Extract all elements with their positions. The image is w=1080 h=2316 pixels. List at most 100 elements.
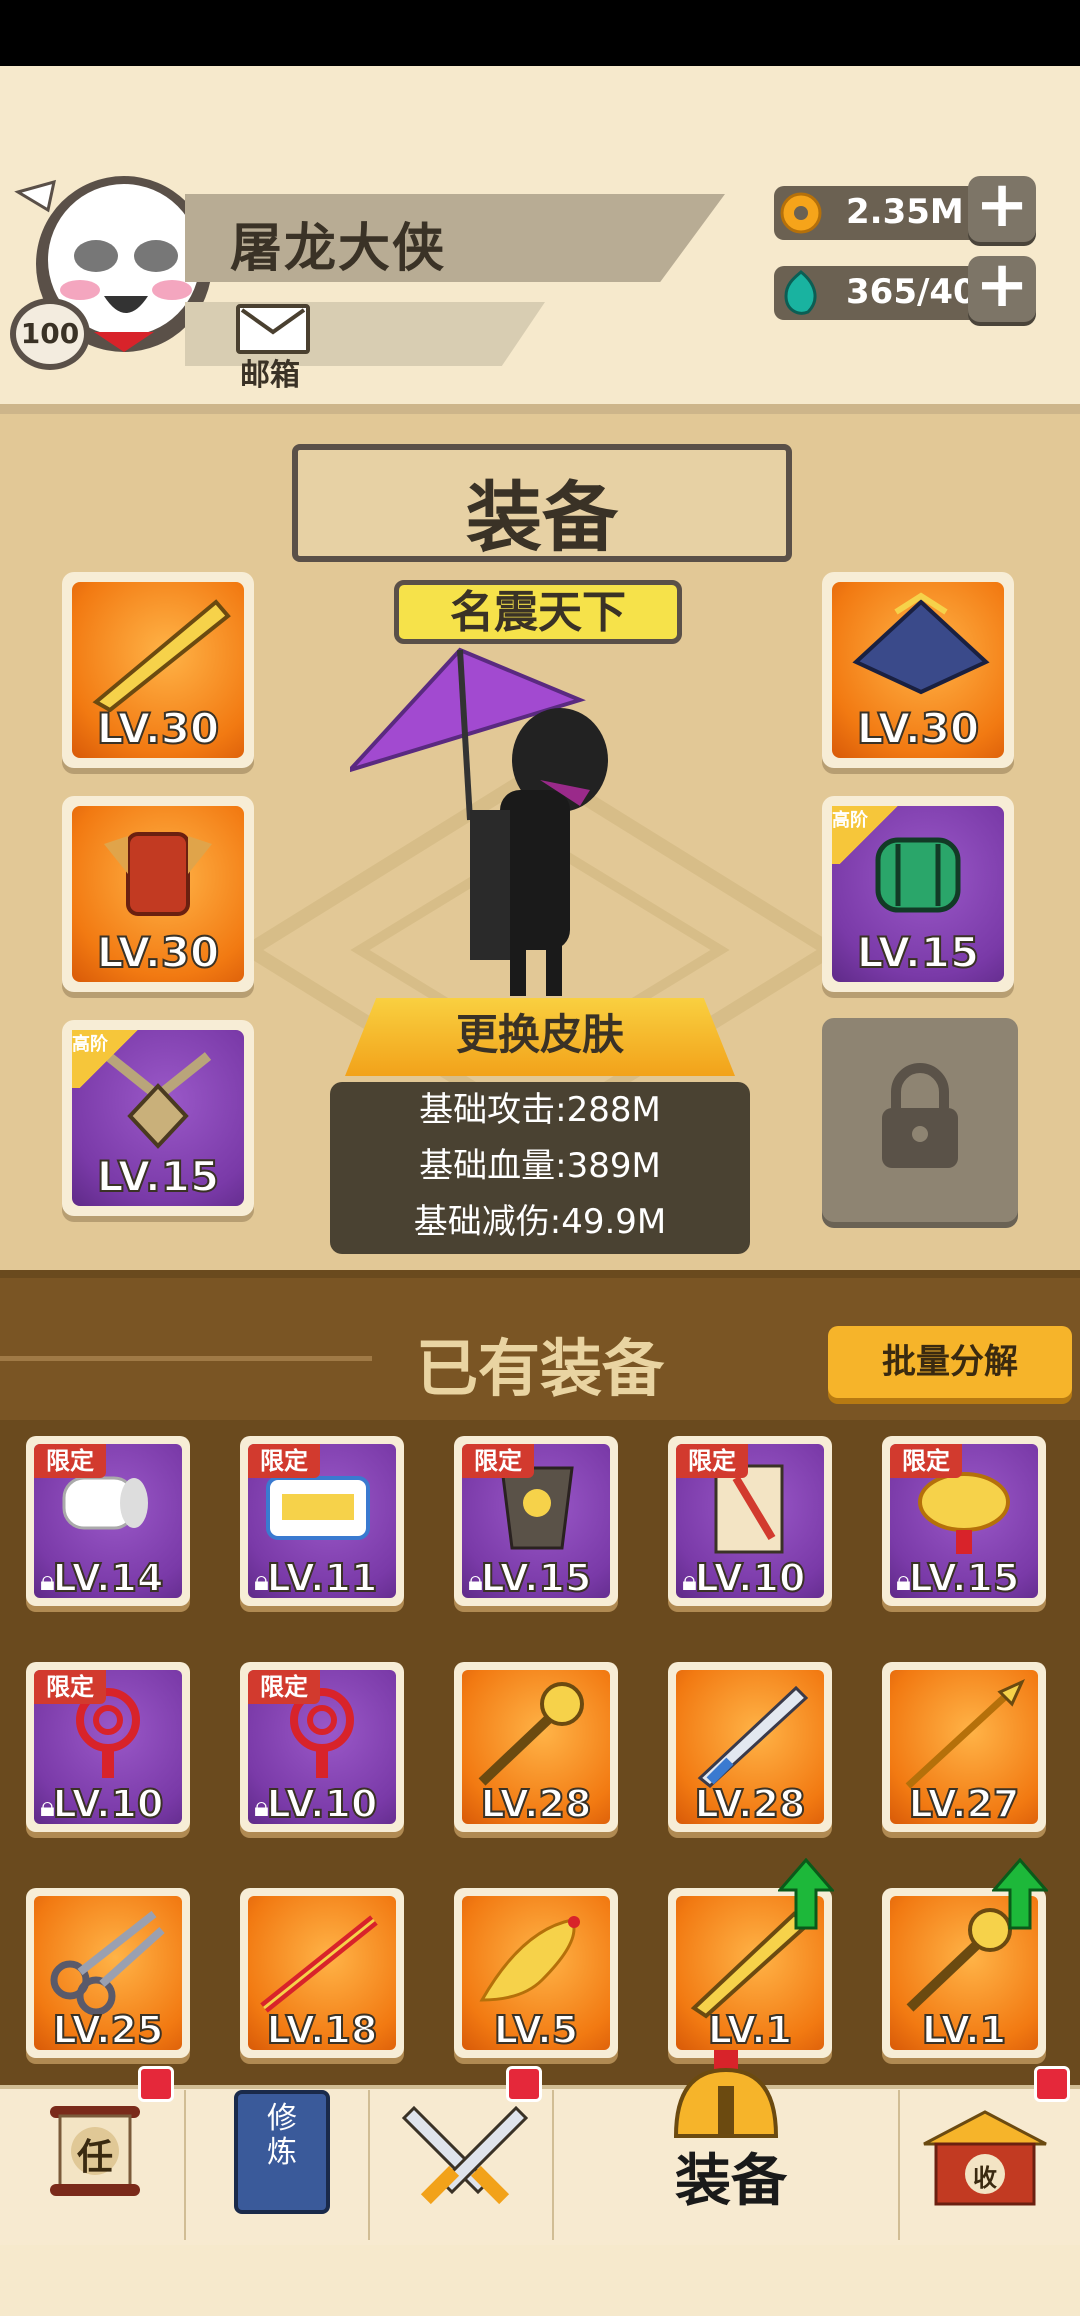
item-level: LV.15: [480, 1555, 593, 1598]
limited-tag: 限定: [248, 1670, 320, 1704]
item-bg: 限定 🔒︎ LV.10: [676, 1444, 824, 1598]
nav-divider: [898, 2090, 900, 2240]
add-coins-button[interactable]: +: [968, 173, 1036, 242]
owned-item-card[interactable]: LV.1: [882, 1858, 1048, 2058]
base-stats: 基础攻击:288M 基础血量:389M 基础减伤:49.9M: [330, 1082, 750, 1254]
red-armor-icon: [104, 832, 212, 916]
divider-line: [0, 1356, 372, 1361]
mail-label[interactable]: 邮箱: [240, 350, 300, 394]
scissors-icon: [50, 1910, 165, 2016]
steel-sword-icon: [697, 1685, 809, 1788]
owned-item-card[interactable]: 限定 🔒︎ LV.11: [240, 1436, 404, 1606]
slot-helmet[interactable]: LV.30: [822, 572, 1014, 768]
item-level: LV.1: [921, 2007, 1007, 2050]
owned-item-card[interactable]: 限定 🔒︎ LV.10: [26, 1662, 190, 1832]
item-level: LV.1: [707, 2007, 793, 2050]
rubber-chicken-icon: [479, 1916, 580, 2002]
golden-sword-icon: [92, 599, 231, 712]
player-level-badge: 100: [10, 298, 90, 370]
tier-tag: 高阶: [72, 1030, 146, 1088]
mace-icon: [478, 1682, 584, 1786]
nav-shop[interactable]: 收: [920, 2104, 1050, 2214]
item-bg: LV.28: [676, 1670, 824, 1824]
owned-item-card[interactable]: LV.28: [454, 1662, 618, 1832]
mail-icon[interactable]: [236, 304, 310, 354]
slot-level: LV.30: [96, 703, 220, 754]
shop-glyph: 收: [973, 2164, 997, 2192]
panel-title: 装备: [466, 473, 618, 562]
helmet-icon: [673, 2050, 779, 2138]
owned-item-card[interactable]: 限定 🔒︎ LV.10: [668, 1436, 832, 1606]
tasks-glyph: 任: [76, 2137, 113, 2178]
owned-item-card[interactable]: 限定 🔒︎ LV.15: [454, 1436, 618, 1606]
item-level: LV.28: [480, 1781, 593, 1824]
stat-defense: 基础减伤:49.9M: [413, 1202, 667, 1242]
owned-item-card[interactable]: LV.27: [882, 1662, 1046, 1832]
stat-health: 基础血量:389M: [419, 1146, 661, 1186]
blue-hat-icon: [852, 592, 990, 695]
nav-equipment-active[interactable]: [666, 2046, 786, 2146]
change-skin-button[interactable]: 更换皮肤: [345, 998, 735, 1076]
nav-cultivate[interactable]: 修炼: [234, 2090, 330, 2214]
status-bar: [0, 0, 1080, 66]
owned-item-card[interactable]: LV.25: [26, 1888, 190, 2058]
item-bg: LV.28: [462, 1670, 610, 1824]
item-bg: 限定 🔒︎ LV.14: [34, 1444, 182, 1598]
spear-icon: [905, 1678, 1026, 1789]
item-level: LV.5: [493, 2007, 579, 2050]
upgrade-arrow-icon: [992, 1858, 1048, 1930]
slot-weapon[interactable]: LV.30: [62, 572, 254, 768]
batch-dismantle-button[interactable]: 批量分解: [828, 1326, 1072, 1398]
notification-badge: [138, 2066, 174, 2102]
nav-battle[interactable]: [400, 2094, 530, 2214]
notification-badge: [1034, 2066, 1070, 2102]
item-level: LV.15: [908, 1555, 1021, 1598]
nav-tasks[interactable]: 任: [40, 2094, 150, 2214]
owned-item-card[interactable]: LV.1: [668, 1858, 834, 2058]
notification-badge: [506, 2066, 542, 2102]
upgrade-arrow-icon: [778, 1858, 834, 1930]
crossed-swords-icon: [401, 2105, 529, 2205]
item-level: LV.14: [52, 1555, 165, 1598]
limited-tag: 限定: [890, 1444, 962, 1478]
gems-value: 365/40: [846, 272, 977, 312]
slot-bg: LV.30: [832, 582, 1004, 758]
character-figure[interactable]: [350, 630, 650, 1000]
slot-accessory[interactable]: LV.15 高阶: [62, 1020, 254, 1216]
slot-level: LV.30: [856, 703, 980, 754]
limited-tag: 限定: [676, 1444, 748, 1478]
item-level: LV.18: [266, 2007, 379, 2050]
slot-bg: LV.30: [72, 582, 244, 758]
item-level: LV.27: [908, 1781, 1021, 1824]
slot-bracer[interactable]: LV.15 高阶: [822, 796, 1014, 992]
locked-slot[interactable]: [822, 1018, 1018, 1222]
slot-bg: LV.30: [72, 806, 244, 982]
slot-armor[interactable]: LV.30: [62, 796, 254, 992]
add-gems-button[interactable]: +: [968, 253, 1036, 322]
owned-item-card[interactable]: 限定 🔒︎ LV.14: [26, 1436, 190, 1606]
stat-attack: 基础攻击:288M: [419, 1090, 661, 1130]
bottom-strip: [0, 2245, 1080, 2316]
owned-title: 已有装备: [415, 1332, 664, 1405]
limited-tag: 限定: [34, 1670, 106, 1704]
coin-icon: [780, 192, 822, 234]
item-bg: 限定 🔒︎ LV.15: [890, 1444, 1038, 1598]
owned-item-card[interactable]: LV.28: [668, 1662, 832, 1832]
tier-tag: 高阶: [832, 806, 906, 864]
nav-divider: [368, 2090, 370, 2240]
nav-equipment-label: 装备: [675, 2149, 787, 2214]
owned-item-card[interactable]: LV.5: [454, 1888, 618, 2058]
player-name: 屠龙大侠: [230, 219, 447, 279]
item-level: LV.11: [266, 1555, 379, 1598]
item-level: LV.10: [266, 1781, 379, 1824]
owned-item-card[interactable]: LV.18: [240, 1888, 404, 2058]
item-bg: 限定 🔒︎ LV.15: [462, 1444, 610, 1598]
owned-item-card[interactable]: 限定 🔒︎ LV.15: [882, 1436, 1046, 1606]
owned-item-card[interactable]: 限定 🔒︎ LV.10: [240, 1662, 404, 1832]
lock-icon: [882, 1063, 958, 1168]
item-level: LV.28: [694, 1781, 807, 1824]
limited-tag: 限定: [248, 1444, 320, 1478]
slot-level: LV.15: [856, 927, 980, 978]
item-bg: LV.27: [890, 1670, 1038, 1824]
bottom-nav: [0, 2085, 1080, 2249]
